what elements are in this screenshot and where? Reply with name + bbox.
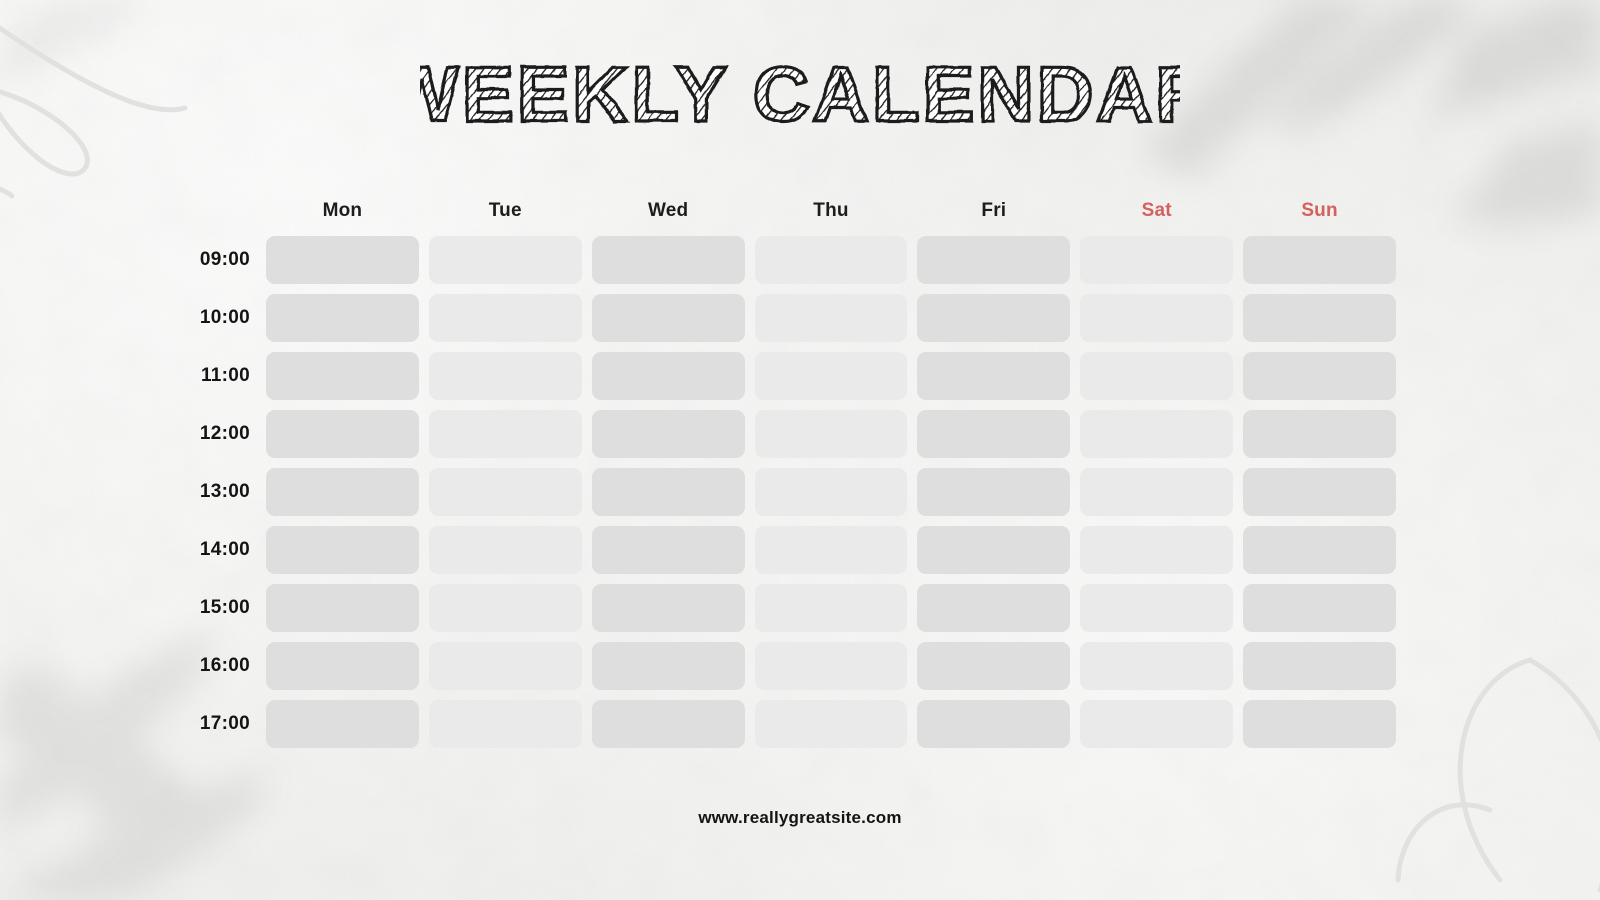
slot-tue-1400[interactable] — [428, 526, 582, 574]
page-title-text: WEEKLY CALENDAR — [420, 50, 1180, 138]
time-label-1400: 14:00 — [199, 539, 250, 560]
hour-row: 14:00 — [200, 526, 1396, 574]
day-header-row: Mon Tue Wed Thu Fri Sat Sun — [266, 190, 1396, 232]
slot-thu-1600[interactable] — [754, 642, 908, 690]
hour-row: 17:00 — [200, 700, 1396, 748]
slot-tue-0900[interactable] — [428, 236, 582, 284]
slot-sat-1300[interactable] — [1080, 468, 1234, 516]
day-header-mon: Mon — [322, 200, 363, 221]
slot-wed-1400[interactable] — [591, 526, 745, 574]
slot-tue-1600[interactable] — [428, 642, 582, 690]
hour-row: 13:00 — [200, 468, 1396, 516]
hour-row: 16:00 — [200, 642, 1396, 690]
slot-wed-1500[interactable] — [591, 584, 745, 632]
slot-sun-1700[interactable] — [1243, 700, 1396, 748]
slot-thu-1300[interactable] — [754, 468, 908, 516]
slot-sun-1600[interactable] — [1243, 642, 1396, 690]
slot-sat-0900[interactable] — [1080, 236, 1234, 284]
time-label-1600: 16:00 — [199, 655, 250, 676]
slot-sat-1500[interactable] — [1080, 584, 1234, 632]
time-label-1000: 10:00 — [199, 307, 250, 328]
slot-mon-1300[interactable] — [266, 468, 419, 516]
slot-sat-1700[interactable] — [1080, 700, 1234, 748]
slot-tue-1700[interactable] — [428, 700, 582, 748]
calendar-page: WEEKLY CALENDAR Mon Tue Wed Thu Fri Sat Sun 09… — [0, 0, 1600, 900]
slot-sun-1000[interactable] — [1243, 294, 1396, 342]
hour-row: 10:00 — [200, 294, 1396, 342]
slot-fri-1600[interactable] — [917, 642, 1071, 690]
slot-fri-0900[interactable] — [917, 236, 1071, 284]
page-title-sketch: WEEKLY CALENDAR — [420, 48, 1180, 139]
slot-wed-1600[interactable] — [591, 642, 745, 690]
slot-fri-1100[interactable] — [917, 352, 1071, 400]
slot-mon-1700[interactable] — [266, 700, 419, 748]
slot-sun-0900[interactable] — [1243, 236, 1396, 284]
slot-mon-1100[interactable] — [266, 352, 419, 400]
hour-row: 12:00 — [200, 410, 1396, 458]
slot-tue-1100[interactable] — [428, 352, 582, 400]
slot-sun-1500[interactable] — [1243, 584, 1396, 632]
slot-tue-1000[interactable] — [428, 294, 582, 342]
day-header-sat: Sat — [1141, 200, 1172, 221]
time-label-0900: 09:00 — [199, 249, 250, 270]
day-header-wed: Wed — [647, 200, 689, 221]
slot-tue-1500[interactable] — [428, 584, 582, 632]
slot-fri-1400[interactable] — [917, 526, 1071, 574]
time-label-1500: 15:00 — [199, 597, 250, 618]
time-label-1300: 13:00 — [199, 481, 250, 502]
slot-thu-0900[interactable] — [754, 236, 908, 284]
slot-thu-1400[interactable] — [754, 526, 908, 574]
slot-wed-1300[interactable] — [591, 468, 745, 516]
slot-fri-1700[interactable] — [917, 700, 1071, 748]
time-label-1100: 11:00 — [200, 365, 250, 386]
slot-sat-1600[interactable] — [1080, 642, 1234, 690]
slot-sat-1100[interactable] — [1080, 352, 1234, 400]
day-header-sun: Sun — [1301, 200, 1338, 221]
slot-thu-1200[interactable] — [754, 410, 908, 458]
slot-sat-1200[interactable] — [1080, 410, 1234, 458]
slot-mon-1600[interactable] — [266, 642, 419, 690]
slot-thu-1700[interactable] — [754, 700, 908, 748]
slot-thu-1100[interactable] — [754, 352, 908, 400]
slot-fri-1200[interactable] — [917, 410, 1071, 458]
day-header-fri: Fri — [981, 200, 1007, 221]
slot-sun-1400[interactable] — [1243, 526, 1396, 574]
slot-fri-1500[interactable] — [917, 584, 1071, 632]
slot-mon-1400[interactable] — [266, 526, 419, 574]
slot-mon-1200[interactable] — [266, 410, 419, 458]
slot-wed-1000[interactable] — [591, 294, 745, 342]
slot-mon-0900[interactable] — [266, 236, 419, 284]
slot-mon-1000[interactable] — [266, 294, 419, 342]
slot-sat-1400[interactable] — [1080, 526, 1234, 574]
page-title: WEEKLY CALENDAR — [0, 42, 1600, 152]
slot-tue-1300[interactable] — [428, 468, 582, 516]
time-label-1200: 12:00 — [199, 423, 250, 444]
footer-website-url: www.reallygreatsite.com — [698, 808, 902, 827]
day-header-tue: Tue — [488, 200, 522, 221]
slot-sun-1100[interactable] — [1243, 352, 1396, 400]
time-label-1700: 17:00 — [199, 713, 250, 734]
hour-row: 15:00 — [200, 584, 1396, 632]
hour-row: 09:00 — [200, 236, 1396, 284]
slot-wed-1200[interactable] — [591, 410, 745, 458]
slot-wed-1700[interactable] — [591, 700, 745, 748]
slot-sat-1000[interactable] — [1080, 294, 1234, 342]
slot-fri-1000[interactable] — [917, 294, 1071, 342]
slot-wed-1100[interactable] — [591, 352, 745, 400]
slot-fri-1300[interactable] — [917, 468, 1071, 516]
slot-sun-1200[interactable] — [1243, 410, 1396, 458]
slot-wed-0900[interactable] — [591, 236, 745, 284]
slot-tue-1200[interactable] — [428, 410, 582, 458]
slot-thu-1000[interactable] — [754, 294, 908, 342]
day-header-thu: Thu — [813, 200, 849, 221]
slot-sun-1300[interactable] — [1243, 468, 1396, 516]
slot-mon-1500[interactable] — [266, 584, 419, 632]
hour-row: 11:00 — [201, 352, 1396, 400]
weekly-calendar-grid: Mon Tue Wed Thu Fri Sat Sun 09:00 10:00 11:00 12:… — [200, 190, 1396, 748]
calendar-body: 09:00 10:00 11:00 12:00 13:00 14:00 15:00 16:00… — [200, 236, 1396, 748]
slot-thu-1500[interactable] — [754, 584, 908, 632]
